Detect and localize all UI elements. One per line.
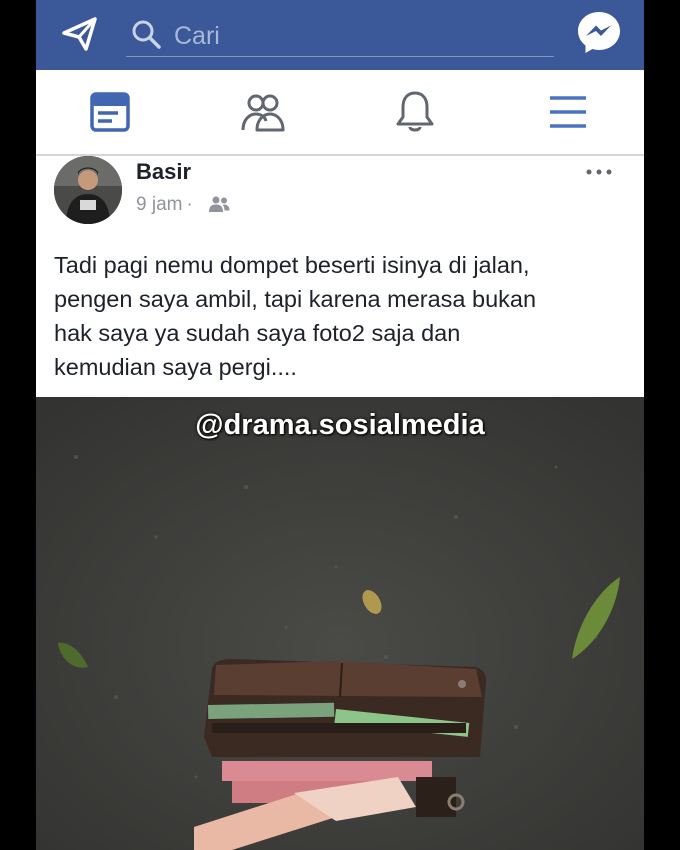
messenger-icon[interactable] (575, 8, 623, 56)
friends-audience-icon[interactable] (208, 195, 230, 213)
post-card: Basir 9 jam · Tadi pagi nemu dompet beser… (36, 156, 644, 850)
wallet-photo (36, 397, 644, 850)
news-feed-icon[interactable] (86, 88, 134, 136)
post-text: Tadi pagi nemu dompet beserti isinya di … (54, 248, 629, 384)
post-time[interactable]: 9 jam (136, 194, 182, 215)
bell-icon[interactable] (391, 88, 439, 136)
post-text-line: Tadi pagi nemu dompet beserti isinya di … (54, 252, 530, 278)
search-placeholder: Cari (174, 22, 220, 50)
paper-plane-icon[interactable] (60, 14, 100, 54)
phone-screen: Cari Basir 9 jam · Tadi pagi nemu dompet… (36, 0, 644, 850)
post-text-line: kemudian saya pergi.... (54, 354, 297, 380)
post-text-line: hak saya ya sudah saya foto2 saja dan (54, 320, 461, 346)
meta-separator: · (186, 194, 193, 215)
post-photo[interactable]: @drama.sosialmedia (36, 397, 644, 850)
top-bar: Cari (36, 0, 644, 70)
friends-icon[interactable] (239, 88, 287, 136)
avatar[interactable] (54, 156, 122, 224)
hamburger-menu-icon[interactable] (544, 88, 592, 136)
search-field[interactable]: Cari (126, 12, 554, 57)
nav-bar (36, 70, 644, 156)
search-icon (132, 20, 161, 49)
image-watermark: @drama.sosialmedia (195, 409, 485, 441)
post-meta: 9 jam · (136, 194, 197, 216)
post-author[interactable]: Basir (136, 159, 191, 185)
more-options-icon[interactable] (584, 162, 614, 182)
post-text-line: pengen saya ambil, tapi karena merasa bu… (54, 286, 537, 312)
